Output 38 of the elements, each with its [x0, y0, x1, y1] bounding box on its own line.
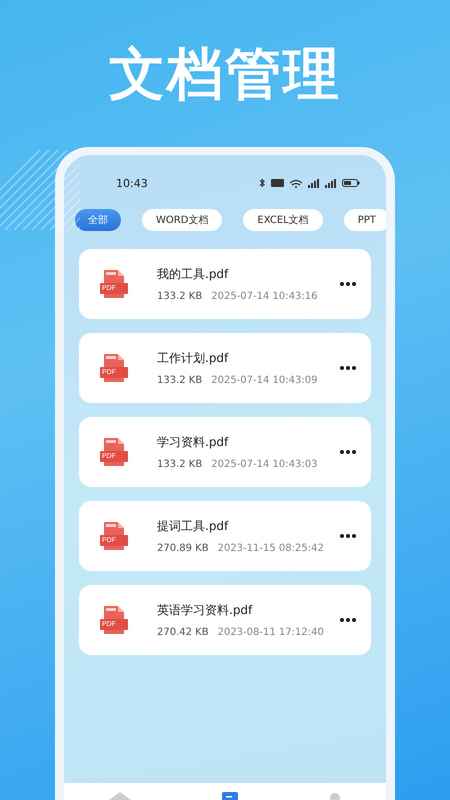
file-name: 学习资料.pdf: [157, 434, 230, 451]
pdf-file-icon: [99, 437, 129, 467]
file-date: 2023-08-11 17:12:40: [218, 627, 324, 638]
more-icon[interactable]: [340, 366, 356, 370]
more-icon[interactable]: [340, 282, 356, 286]
file-size: 133.2 KB: [157, 459, 202, 470]
filter-tab[interactable]: WORD文档: [142, 209, 222, 231]
pdf-file-icon: [99, 521, 129, 551]
file-date: 2025-07-14 10:43:16: [211, 291, 318, 302]
pdf-file-icon: [99, 605, 129, 635]
filter-tab[interactable]: PPT: [344, 209, 386, 231]
pdf-file-icon: [99, 269, 129, 299]
file-size: 133.2 KB: [157, 291, 202, 302]
file-name: 工作计划.pdf: [157, 350, 230, 367]
headline: 文档管理: [108, 40, 342, 108]
file-date: 2025-07-14 10:43:03: [211, 459, 318, 470]
file-name: 英语学习资料.pdf: [157, 602, 254, 619]
file-name: 提词工具.pdf: [157, 518, 230, 535]
battery-icon: [342, 179, 360, 187]
filter-tab[interactable]: EXCEL文档: [243, 209, 323, 231]
file-date: 2023-11-15 08:25:42: [218, 543, 324, 554]
document-icon[interactable]: [222, 792, 238, 800]
filter-tab[interactable]: 全部: [75, 209, 121, 231]
signal-icon: [308, 178, 319, 188]
file-size: 270.89 KB: [157, 543, 209, 554]
file-size: 270.42 KB: [157, 627, 209, 638]
more-icon[interactable]: [340, 618, 356, 622]
hd-icon: [271, 179, 284, 187]
wifi-icon: [290, 178, 302, 188]
file-name: 我的工具.pdf: [157, 266, 230, 283]
file-size: 133.2 KB: [157, 375, 202, 386]
status-time: 10:43: [116, 177, 148, 190]
pdf-file-icon: [99, 353, 129, 383]
more-icon[interactable]: [340, 450, 356, 454]
file-date: 2025-07-14 10:43:09: [211, 375, 318, 386]
bluetooth-icon: [259, 178, 265, 188]
signal-icon: [325, 178, 336, 188]
more-icon[interactable]: [340, 534, 356, 538]
